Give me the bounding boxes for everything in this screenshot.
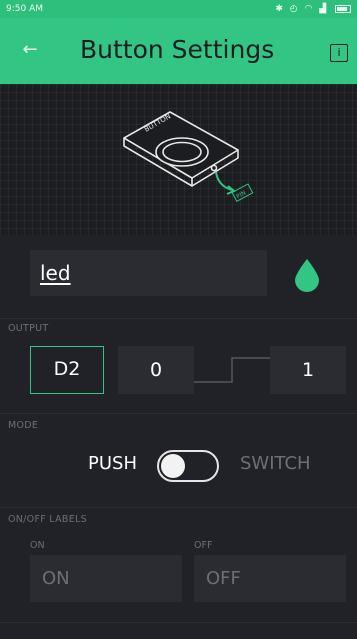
color-picker-drop-icon[interactable] [292, 257, 322, 293]
name-value: led [40, 261, 71, 285]
on-label-placeholder: ON [42, 568, 70, 589]
output-max-field[interactable]: 1 [270, 346, 346, 394]
mode-switch-label[interactable]: SWITCH [240, 452, 311, 476]
mode-toggle[interactable] [157, 450, 219, 482]
output-section-label: OUTPUT [8, 323, 49, 334]
range-connector-line [194, 357, 270, 383]
labels-section-label: ON/OFF LABELS [8, 514, 87, 525]
off-label-placeholder: OFF [206, 568, 241, 589]
button-device-illustration: BUTTON PIN [123, 111, 254, 202]
alarm-icon: ◴ [289, 4, 300, 14]
divider [0, 413, 357, 414]
status-time: 9:50 AM [6, 4, 43, 14]
divider [0, 318, 357, 319]
page-title: Button Settings [80, 35, 275, 64]
off-label-caption: OFF [194, 540, 213, 551]
app-bar: ← Button Settings i [0, 18, 357, 84]
divider [0, 622, 357, 623]
off-label-input[interactable]: OFF [194, 555, 346, 602]
bluetooth-icon: ✱ [275, 4, 285, 14]
divider [0, 507, 357, 508]
on-label-input[interactable]: ON [30, 555, 182, 602]
name-input[interactable]: led [30, 250, 267, 296]
pin-label: PIN [235, 190, 247, 201]
back-arrow-icon[interactable]: ← [18, 38, 42, 62]
info-button[interactable]: i [330, 44, 348, 62]
output-max-value: 1 [302, 359, 315, 381]
device-preview: BUTTON PIN [0, 84, 357, 235]
status-icons: ✱ ◴ ◠ ▟ [275, 0, 351, 18]
battery-icon [335, 4, 351, 13]
toggle-knob [161, 454, 185, 478]
output-min-field[interactable]: 0 [118, 346, 194, 394]
signal-icon: ▟ [319, 4, 329, 14]
wifi-icon: ◠ [304, 4, 315, 14]
output-min-value: 0 [150, 359, 163, 381]
mode-section-label: MODE [8, 420, 39, 431]
mode-push-label[interactable]: PUSH [88, 452, 137, 476]
on-label-caption: ON [30, 540, 45, 551]
pin-select-button[interactable]: D2 [30, 346, 104, 394]
status-bar: 9:50 AM ✱ ◴ ◠ ▟ [0, 0, 357, 18]
